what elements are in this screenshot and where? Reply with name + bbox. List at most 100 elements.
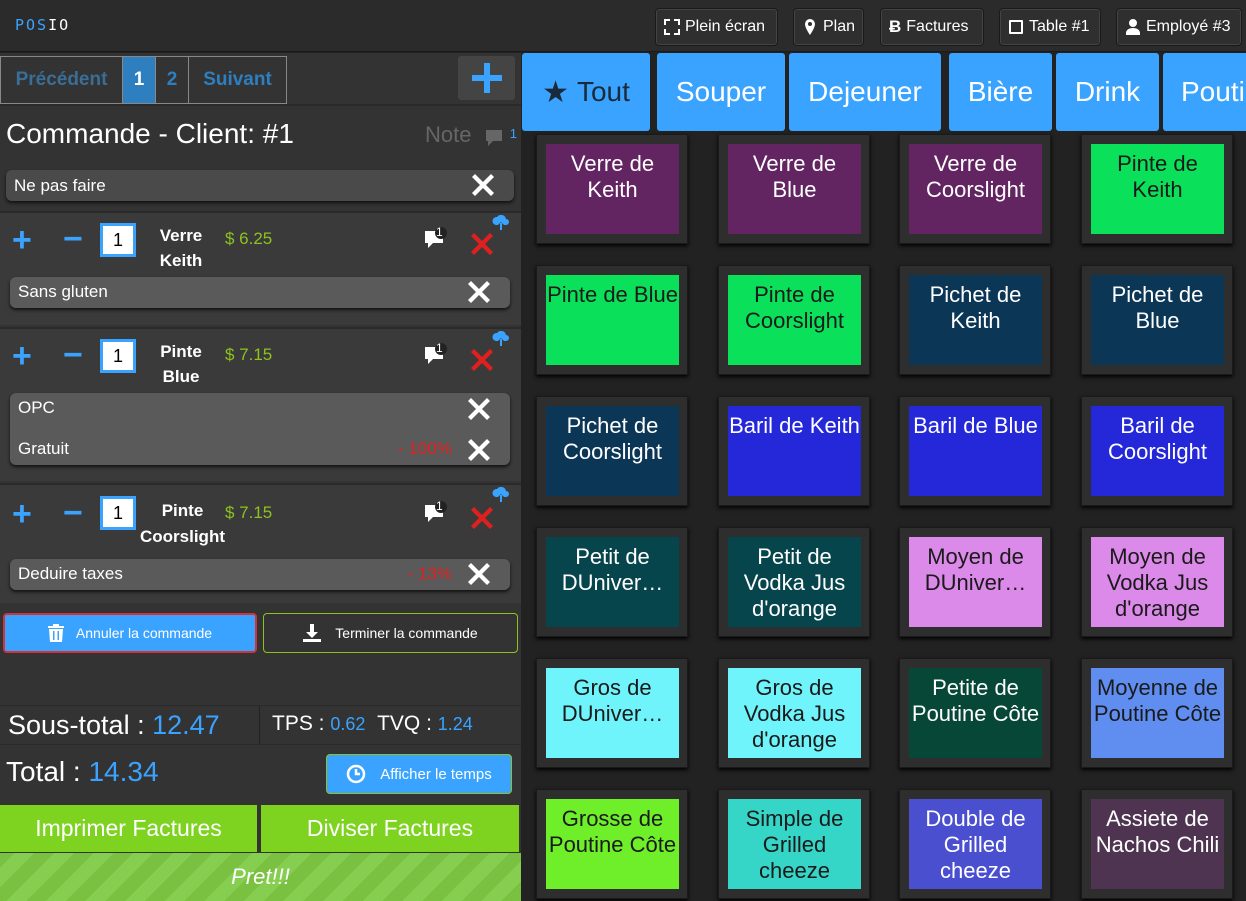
finish-order-button[interactable]: Terminer la commande xyxy=(263,613,518,653)
increase-button[interactable]: + xyxy=(12,339,32,373)
total: Total : 14.34 xyxy=(6,756,159,787)
product-tile[interactable]: Double de Grilled cheeze xyxy=(899,789,1051,899)
item-price: $ 6.25 xyxy=(225,229,273,248)
print-invoices-button[interactable]: Imprimer Factures xyxy=(0,805,257,852)
employee-button[interactable]: Employé #3 xyxy=(1116,8,1242,46)
category-tab[interactable]: Dejeuner xyxy=(789,53,941,131)
close-icon[interactable] xyxy=(468,281,490,303)
product-label: Moyenne de Poutine Côte xyxy=(1091,668,1224,758)
order-panel: Précédent 1 2 Suivant Commande - Client:… xyxy=(0,53,521,901)
show-time-button[interactable]: Afficher le temps xyxy=(326,754,512,794)
page-1-button[interactable]: 1 xyxy=(123,57,156,103)
product-label: Pinte de Keith xyxy=(1091,144,1224,234)
page-2-button[interactable]: 2 xyxy=(156,57,189,103)
product-tile[interactable]: Moyenne de Poutine Côte xyxy=(1081,658,1233,768)
close-icon[interactable] xyxy=(468,398,490,420)
menu-panel: ★ Tout Souper Dejeuner Bière Drink Pouti Verre… xyxy=(521,53,1246,901)
product-tile[interactable]: Moyen de DUniver… xyxy=(899,527,1051,637)
product-tile[interactable]: Baril de Keith xyxy=(718,396,870,506)
product-label: Pichet de Keith xyxy=(909,275,1042,365)
product-tile[interactable]: Petite de Poutine Côte xyxy=(899,658,1051,768)
decrease-button[interactable]: − xyxy=(63,222,83,256)
delete-icon[interactable] xyxy=(471,349,493,371)
close-icon[interactable] xyxy=(472,174,494,196)
item-modifier: Sans gluten xyxy=(10,277,510,308)
category-tab[interactable]: Drink xyxy=(1056,53,1159,131)
category-tab[interactable]: Souper xyxy=(657,53,785,131)
next-button[interactable]: Suivant xyxy=(189,57,286,103)
product-tile[interactable]: Petit de DUniver… xyxy=(536,527,688,637)
product-tile[interactable]: Pinte de Coorslight xyxy=(718,265,870,375)
close-icon[interactable] xyxy=(468,563,490,585)
order-item: + − 1 Verre Keith $ 6.25 1 Sans gluten xyxy=(0,211,521,325)
item-price: $ 7.15 xyxy=(225,345,273,364)
product-tile[interactable]: Petit de Vodka Jus d'orange xyxy=(718,527,870,637)
trash-icon xyxy=(47,624,64,642)
product-tile[interactable]: Gros de DUniver… xyxy=(536,658,688,768)
product-label: Moyen de DUniver… xyxy=(909,537,1042,627)
item-modifier: Deduire taxes - 13% xyxy=(10,559,510,590)
category-tab[interactable]: ★ Tout xyxy=(522,53,650,131)
product-tile[interactable]: Pichet de Keith xyxy=(899,265,1051,375)
order-title: Commande - Client: #1 xyxy=(6,118,294,149)
product-label: Verre de Blue xyxy=(728,144,861,234)
product-tile[interactable]: Moyen de Vodka Jus d'orange xyxy=(1081,527,1233,637)
product-label: Assiete de Nachos Chili xyxy=(1091,799,1224,889)
product-tile[interactable]: Verre de Coorslight xyxy=(899,134,1051,244)
product-label: Baril de Coorslight xyxy=(1091,406,1224,496)
product-label: Baril de Blue xyxy=(909,406,1042,496)
ready-button[interactable]: Pret!!! xyxy=(0,853,521,901)
product-label: Double de Grilled cheeze xyxy=(909,799,1042,889)
product-label: Petit de DUniver… xyxy=(546,537,679,627)
product-tile[interactable]: Pichet de Blue xyxy=(1081,265,1233,375)
item-name: Pinte Blue xyxy=(160,342,202,386)
item-comment-button[interactable]: 1 xyxy=(424,341,448,372)
close-icon[interactable] xyxy=(468,439,490,461)
item-name: Verre Keith xyxy=(159,226,203,270)
category-tab[interactable]: Pouti xyxy=(1163,53,1246,131)
order-item: + − 1 Pinte Blue $ 7.15 1 OPC Gratuit - 1… xyxy=(0,327,521,481)
product-label: Pichet de Coorslight xyxy=(546,406,679,496)
divide-invoices-button[interactable]: Diviser Factures xyxy=(261,805,519,852)
product-tile[interactable]: Baril de Coorslight xyxy=(1081,396,1233,506)
cloud-upload-icon xyxy=(492,487,509,502)
item-comment-button[interactable]: 1 xyxy=(424,499,448,530)
product-tile[interactable]: Verre de Blue xyxy=(718,134,870,244)
invoices-button[interactable]: Ƀ Factures xyxy=(880,8,984,46)
decrease-button[interactable]: − xyxy=(63,496,83,530)
product-label: Verre de Keith xyxy=(546,144,679,234)
cancel-order-button[interactable]: Annuler la commande xyxy=(3,613,257,653)
decrease-button[interactable]: − xyxy=(63,338,83,372)
table-button[interactable]: Table #1 xyxy=(999,8,1101,46)
product-tile[interactable]: Pinte de Blue xyxy=(536,265,688,375)
client-pager: Précédent 1 2 Suivant xyxy=(0,56,287,104)
note-button[interactable]: Note 1 xyxy=(425,122,517,148)
increase-button[interactable]: + xyxy=(12,223,32,257)
product-label: Verre de Coorslight xyxy=(909,144,1042,234)
plan-button[interactable]: Plan xyxy=(793,8,864,46)
add-client-button[interactable] xyxy=(458,56,515,100)
product-tile[interactable]: Gros de Vodka Jus d'orange xyxy=(718,658,870,768)
product-label: Gros de DUniver… xyxy=(546,668,679,758)
product-tile[interactable]: Grosse de Poutine Côte xyxy=(536,789,688,899)
cloud-upload-icon xyxy=(492,215,509,230)
product-tile[interactable]: Simple de Grilled cheeze xyxy=(718,789,870,899)
clock-icon xyxy=(347,764,366,784)
quantity-input[interactable]: 1 xyxy=(100,223,136,257)
square-icon xyxy=(1009,20,1023,34)
delete-icon[interactable] xyxy=(471,233,493,255)
quantity-input[interactable]: 1 xyxy=(100,339,136,373)
product-tile[interactable]: Verre de Keith xyxy=(536,134,688,244)
item-comment-button[interactable]: 1 xyxy=(424,225,448,256)
previous-button[interactable]: Précédent xyxy=(1,57,123,103)
product-tile[interactable]: Baril de Blue xyxy=(899,396,1051,506)
product-tile[interactable]: Pichet de Coorslight xyxy=(536,396,688,506)
category-tab[interactable]: Bière xyxy=(949,53,1052,131)
product-tile[interactable]: Assiete de Nachos Chili xyxy=(1081,789,1233,899)
divider xyxy=(0,104,521,106)
delete-icon[interactable] xyxy=(471,507,493,529)
subtotal-row: Sous-total : 12.47 TPS : 0.62 TVQ : 1.24 xyxy=(0,705,521,745)
product-tile[interactable]: Pinte de Keith xyxy=(1081,134,1233,244)
increase-button[interactable]: + xyxy=(12,497,32,531)
fullscreen-button[interactable]: Plein écran xyxy=(655,8,778,46)
